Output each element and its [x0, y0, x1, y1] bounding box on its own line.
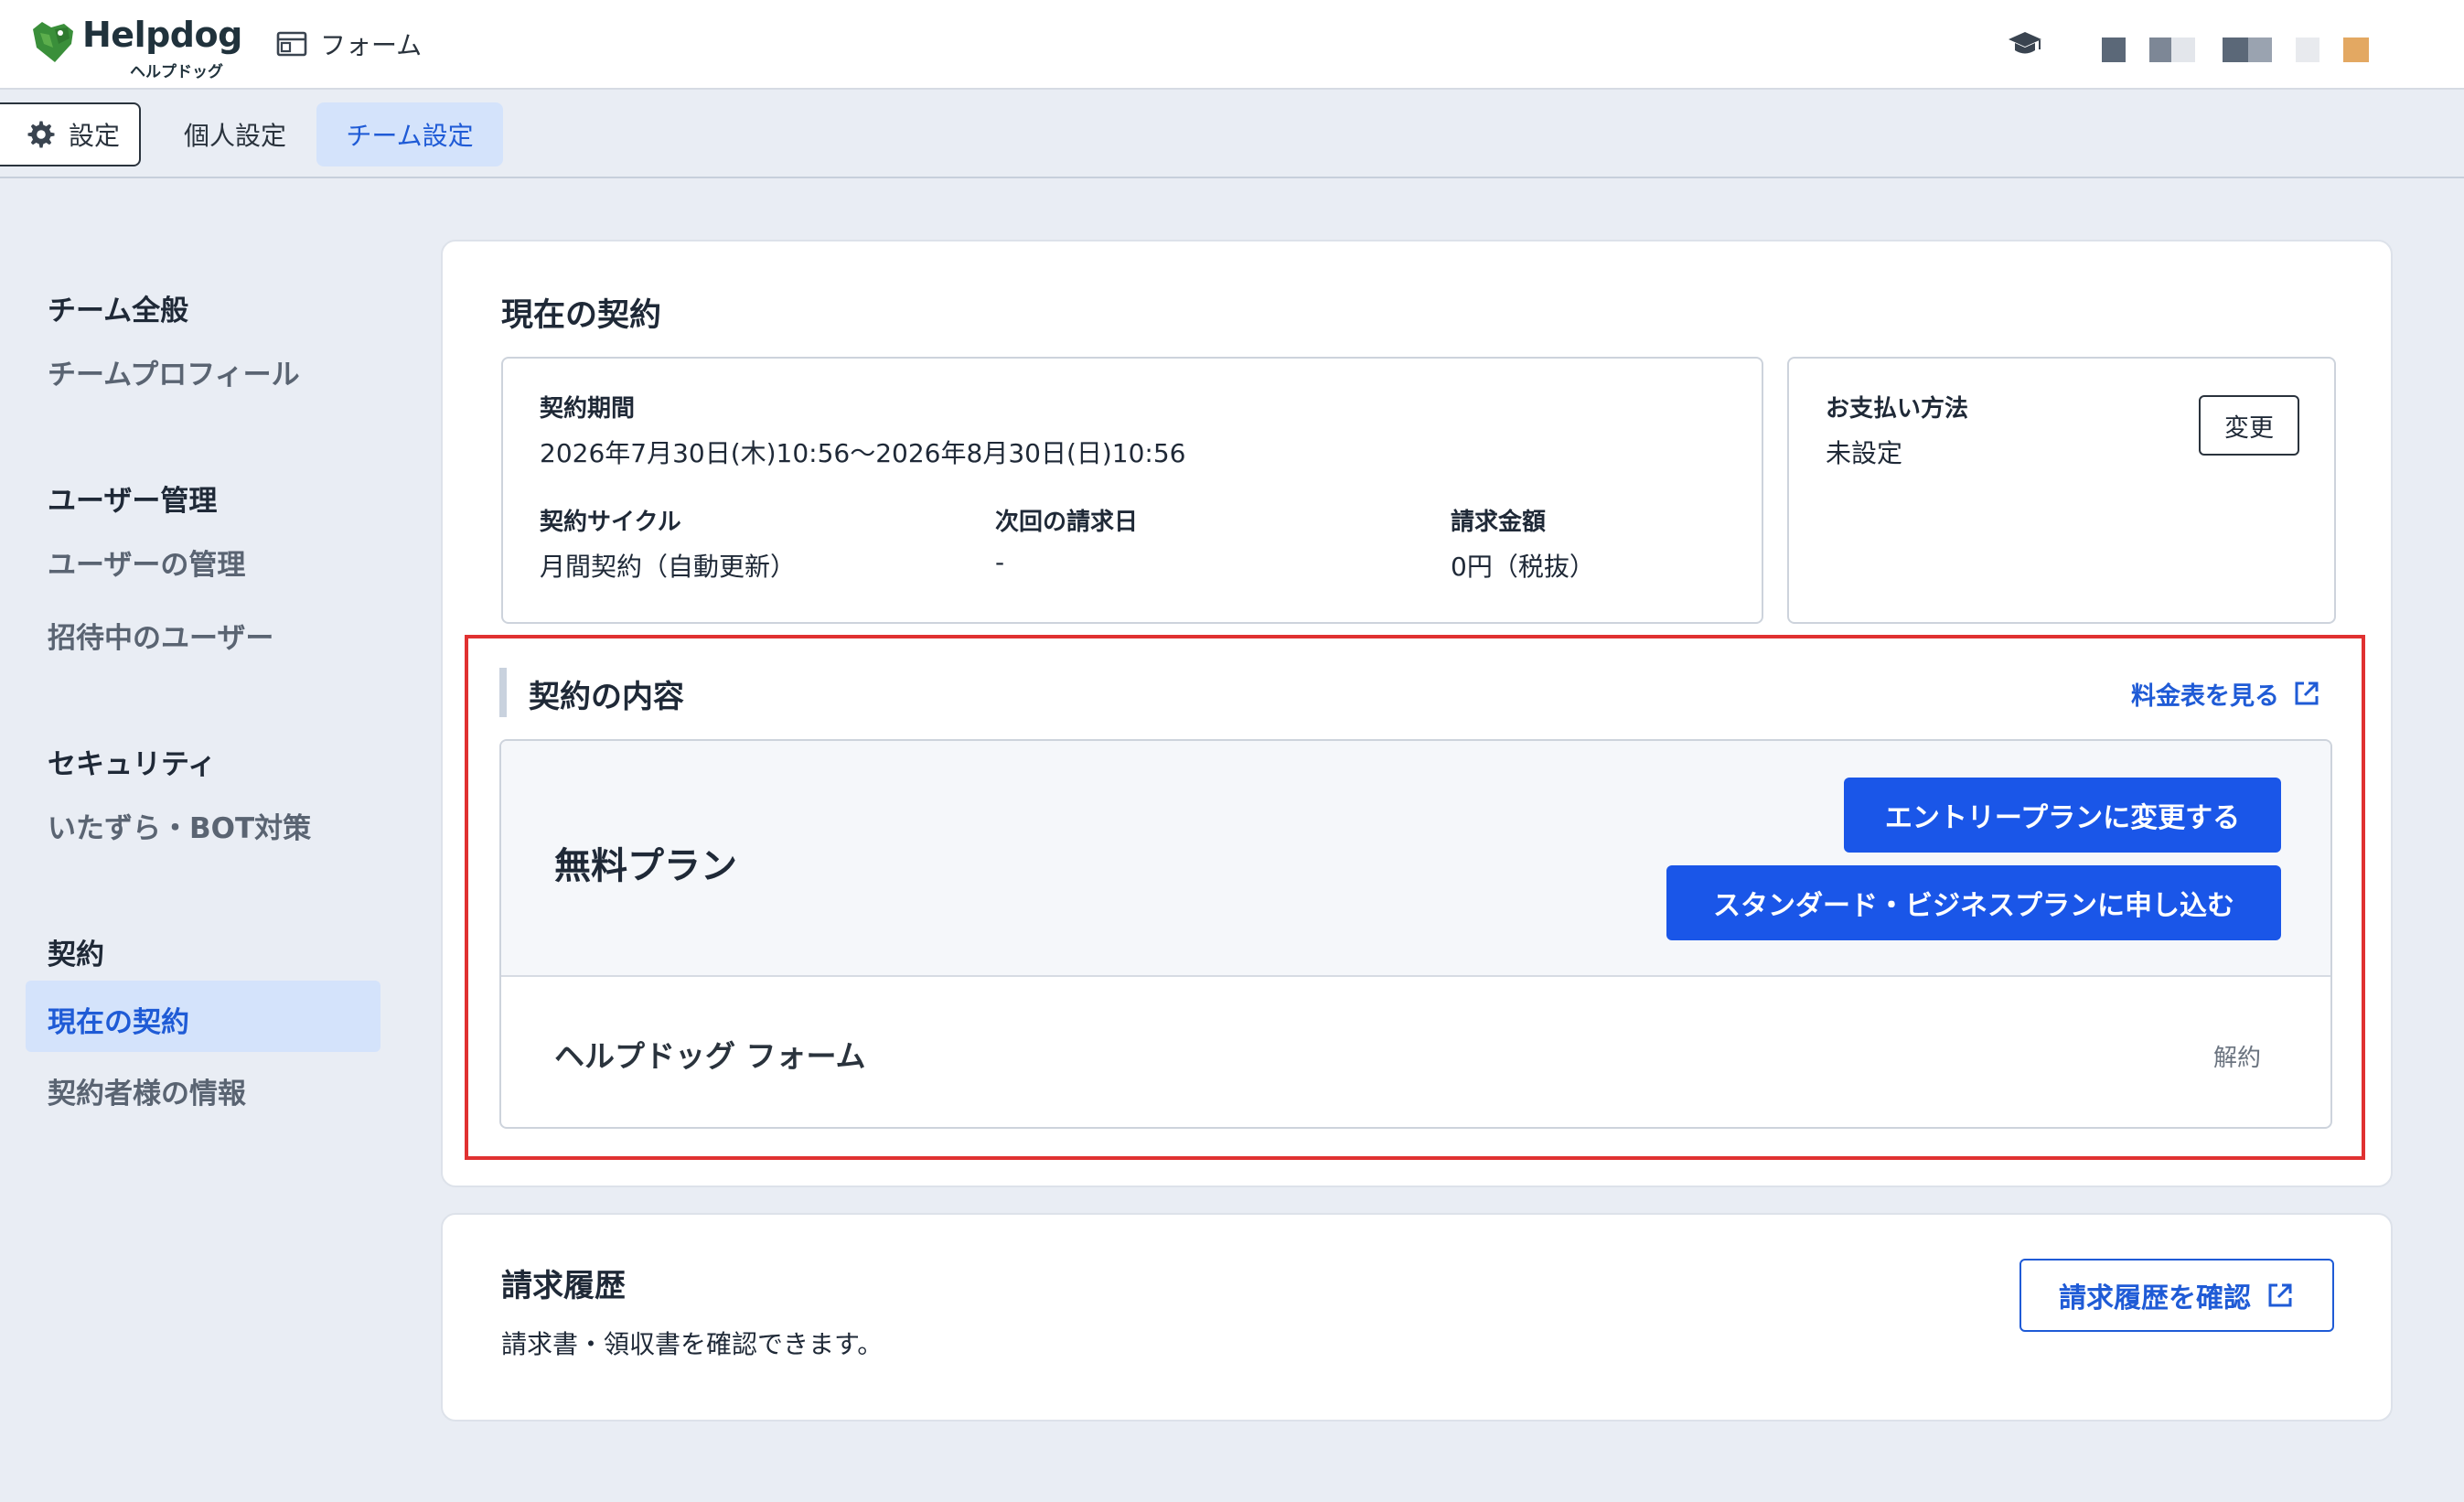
payment-label: お支払い方法 [1826, 395, 1969, 423]
amount-value: 0円（税抜） [1451, 552, 1595, 582]
plan-section-title: 契約の内容 [529, 679, 684, 715]
apply-standard-business-plan-button[interactable]: スタンダード・ビジネスプランに申し込む [1666, 865, 2281, 940]
sidebar-item-invited-users[interactable]: 招待中のユーザー [48, 615, 273, 656]
plan-name: 無料プラン [554, 845, 737, 887]
plan-box: 無料プラン エントリープランに変更する スタンダード・ビジネスプランに申し込む … [499, 739, 2332, 1129]
sidebar-item-contractor-info[interactable]: 契約者様の情報 [48, 1070, 246, 1111]
tab-team-label: チーム設定 [346, 121, 474, 151]
graduation-cap-icon[interactable] [2007, 29, 2043, 59]
plan-summary: 無料プラン エントリープランに変更する スタンダード・ビジネスプランに申し込む [501, 741, 2330, 977]
sidebar-item-current-contract[interactable]: 現在の契約 [26, 981, 380, 1052]
tab-team-settings[interactable]: チーム設定 [316, 102, 503, 166]
section-accent-bar [499, 668, 507, 717]
sidebar-item-team-profile[interactable]: チームプロフィール [48, 351, 300, 392]
change-to-entry-plan-button[interactable]: エントリープランに変更する [1844, 778, 2281, 853]
top-header: Helpdog ヘルプドッグ フォーム [0, 0, 2464, 90]
price-table-link-label: 料金表を見る [2131, 681, 2279, 711]
product-label: フォーム [320, 30, 423, 60]
product-switcher[interactable]: フォーム [276, 26, 422, 62]
page-title: 現在の契約 [501, 297, 662, 334]
swatch [2296, 38, 2319, 62]
sidebar-heading-security: セキュリティ [48, 748, 217, 781]
payment-method-box: お支払い方法 未設定 変更 [1787, 357, 2336, 624]
sidebar-item-user-management[interactable]: ユーザーの管理 [48, 542, 245, 583]
cycle-value: 月間契約（自動更新） [540, 552, 797, 582]
cancel-contract-link[interactable]: 解約 [2213, 1039, 2261, 1073]
brand-subtitle: ヘルプドッグ [130, 63, 223, 81]
gear-icon [27, 121, 55, 148]
dog-logo-icon [33, 22, 73, 62]
tab-settings[interactable]: 設定 [0, 102, 141, 166]
swatch [2102, 38, 2126, 62]
price-table-link[interactable]: 料金表を見る [2131, 675, 2321, 712]
cycle-label: 契約サイクル [540, 509, 681, 536]
billing-title: 請求履歴 [501, 1268, 626, 1304]
view-billing-history-button[interactable]: 請求履歴を確認 [2019, 1259, 2334, 1332]
tab-personal-label: 個人設定 [183, 121, 286, 151]
divider [0, 177, 2464, 178]
swatch [2149, 38, 2171, 62]
sidebar-heading-team: チーム全般 [48, 295, 189, 327]
swatch [2171, 38, 2195, 62]
swatch [2223, 38, 2248, 62]
sidebar-heading-users: ユーザー管理 [48, 485, 218, 518]
brand-name: Helpdog [82, 15, 242, 55]
period-label: 契約期間 [540, 395, 636, 423]
sidebar-heading-contract: 契約 [48, 939, 104, 971]
tab-personal-settings[interactable]: 個人設定 [168, 102, 302, 166]
next-billing-value: - [995, 547, 1005, 577]
sidebar-item-bot-protection[interactable]: いたずら・BOT対策 [48, 805, 311, 846]
payment-value: 未設定 [1826, 438, 1903, 468]
billing-description: 請求書・領収書を確認できます。 [501, 1329, 884, 1359]
contract-period-box: 契約期間 2026年7月30日(木)10:56〜2026年8月30日(日)10:… [501, 357, 1763, 624]
billing-history-card: 請求履歴 請求書・領収書を確認できます。 請求履歴を確認 [441, 1213, 2393, 1422]
sidebar-item-label: 現在の契約 [48, 1006, 189, 1039]
change-payment-button[interactable]: 変更 [2199, 395, 2299, 456]
period-value: 2026年7月30日(木)10:56〜2026年8月30日(日)10:56 [540, 438, 1186, 468]
form-window-icon [276, 31, 307, 57]
swatch [2248, 38, 2272, 62]
contracted-product-name: ヘルプドッグ フォーム [554, 1038, 866, 1074]
external-link-icon [2268, 1283, 2292, 1307]
amount-label: 請求金額 [1451, 509, 1547, 536]
external-link-icon [2295, 681, 2319, 705]
view-billing-history-label: 請求履歴を確認 [2059, 1282, 2251, 1314]
helpdog-logo[interactable]: Helpdog ヘルプドッグ [27, 13, 242, 81]
swatch [2343, 38, 2369, 62]
next-billing-label: 次回の請求日 [995, 509, 1139, 536]
tab-settings-label: 設定 [68, 121, 120, 151]
